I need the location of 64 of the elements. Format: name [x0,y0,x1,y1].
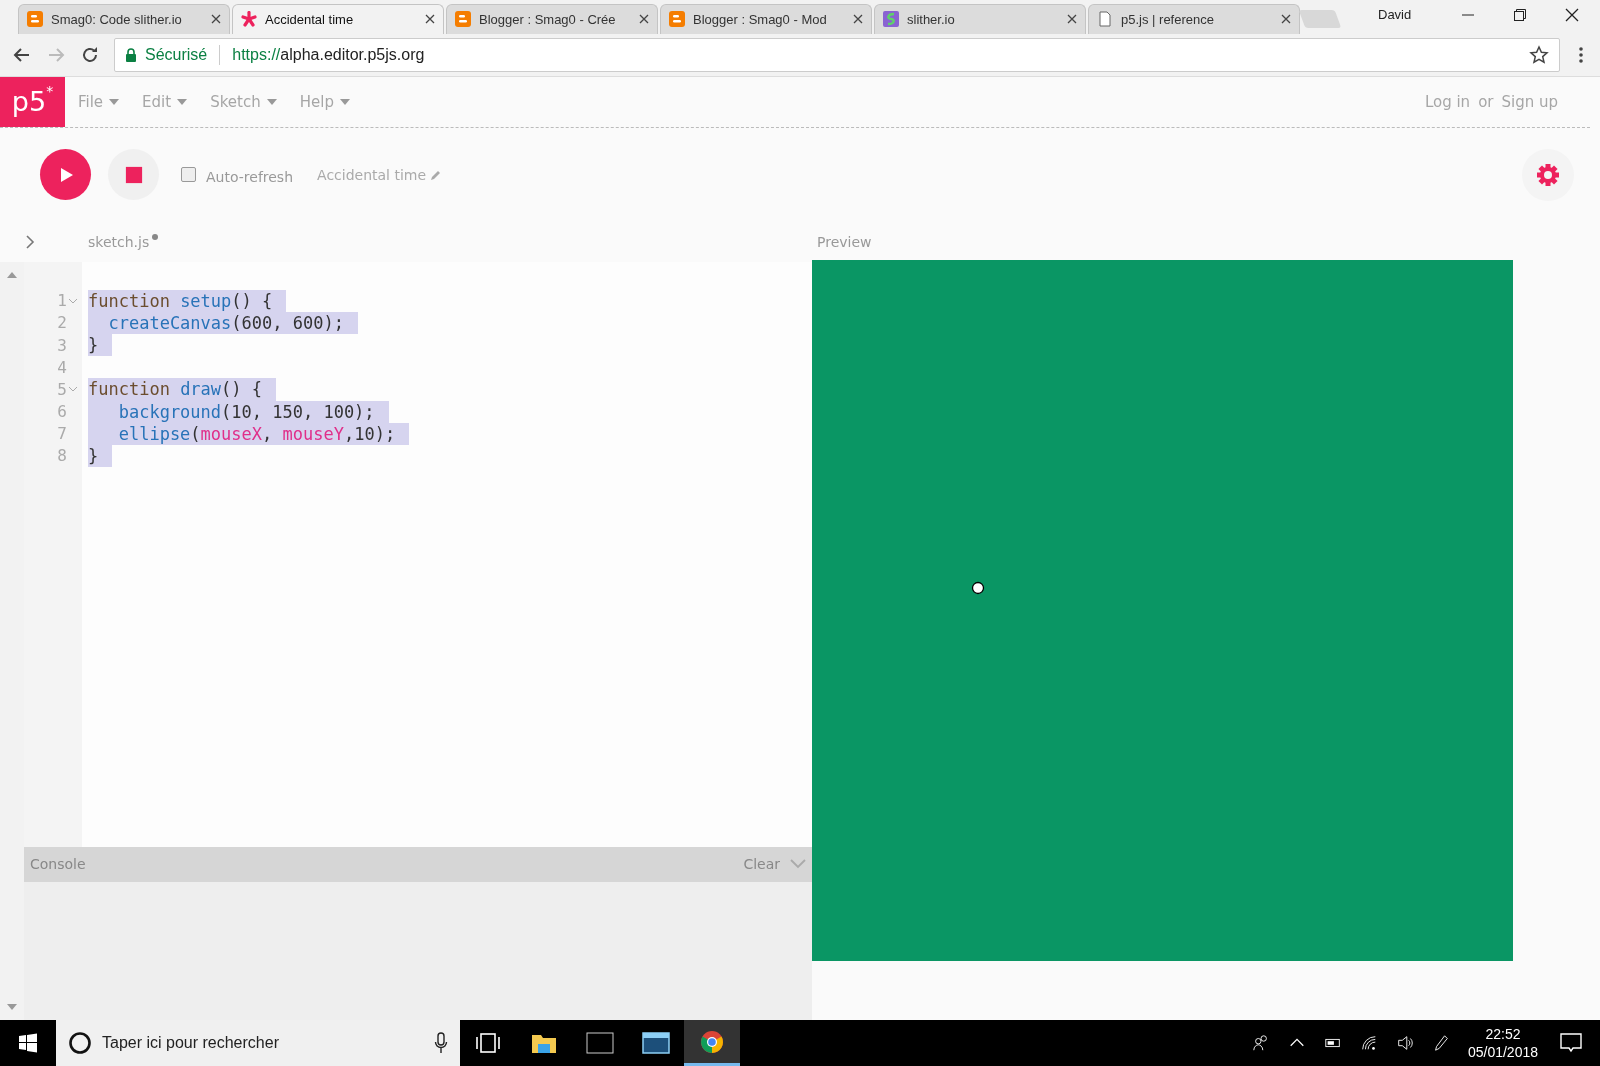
line-number: 8 [57,446,67,466]
chevron-icon[interactable] [25,233,35,250]
caret-icon [177,98,188,105]
browser-tab[interactable]: Blogger : Smag0 - Crée [446,3,658,34]
close-icon[interactable] [853,14,863,25]
close-icon[interactable] [639,14,649,25]
caret-icon [339,98,350,105]
close-icon[interactable] [1067,14,1077,25]
browser-tab[interactable]: p5.js | reference [1088,3,1300,34]
profile-name[interactable]: David [1378,6,1412,22]
line-number: 3 [57,335,67,355]
chrome-icon [698,1029,726,1054]
line-number: 1 [57,291,67,311]
preview-label: Preview [817,233,872,250]
taskbar-app[interactable] [684,1020,740,1066]
star-icon[interactable] [1529,44,1549,65]
line-number: 7 [57,424,67,444]
address-bar[interactable]: Sécurisé https://alpha.editor.p5js.org [114,37,1560,72]
clock-date[interactable]: 05/01/2018 [1467,1043,1538,1061]
browser-tab[interactable]: Smag0: Code slither.io [18,3,230,34]
browser-tab[interactable]: Blogger : Smag0 - Mod [660,3,872,34]
line-number: 2 [57,313,67,333]
scroll-up-icon[interactable] [7,271,17,278]
taskbar-search-field[interactable]: Taper ici pour rechercher [56,1020,460,1066]
caret-icon [266,98,277,105]
restore-icon[interactable] [1513,7,1528,22]
notification-icon[interactable] [1560,1033,1582,1053]
menu-icon[interactable] [1578,44,1584,65]
p5-logo[interactable]: p5$^{*}$ [0,76,65,127]
auto-refresh-label: Auto-refresh [206,168,294,185]
speaker-icon[interactable] [1395,1034,1414,1052]
or-text: or [1478,92,1494,111]
close-icon[interactable] [211,14,221,25]
auto-refresh-checkbox[interactable] [181,167,196,183]
line-number: 5 [57,379,67,399]
line-number: 4 [57,357,67,377]
task-view-icon [474,1031,502,1055]
microphone-icon[interactable] [434,1032,448,1054]
settings-icon [1536,162,1560,187]
blogger-icon [669,11,685,28]
scroll-down-icon[interactable] [7,1004,17,1010]
window-icon [642,1031,670,1055]
blogger-icon [455,11,471,28]
windows-start-icon[interactable] [18,1033,38,1053]
close-icon[interactable] [1281,14,1291,25]
snake-icon [883,11,899,28]
people-icon[interactable] [1251,1034,1270,1052]
clock-time[interactable]: 22:52 [1485,1025,1521,1043]
wifi-icon[interactable] [1359,1034,1378,1052]
blogger-icon [27,11,43,28]
browser-tab[interactable]: Accidental time [232,3,444,34]
play-button[interactable] [40,149,91,201]
asterisk-icon [241,11,257,28]
lock-icon [125,47,137,62]
circle-icon [68,1031,92,1055]
stop-icon [124,165,143,184]
close-icon[interactable] [425,14,435,25]
console-title: Console [30,856,86,873]
line-number: 6 [57,402,67,422]
terminal-icon [586,1031,614,1055]
caret-icon [109,98,120,105]
page-icon [1097,11,1113,28]
browser-tab[interactable]: slither.io [874,3,1086,34]
close-icon[interactable] [1565,7,1580,22]
